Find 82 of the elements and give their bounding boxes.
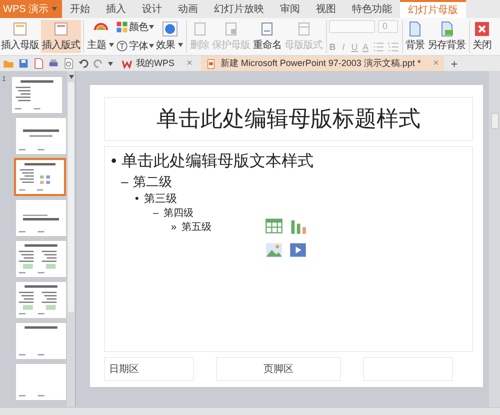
document-tab[interactable]: 我的WPS × bbox=[117, 56, 198, 71]
outline-text: 第三级 bbox=[144, 192, 177, 207]
ribbon-button[interactable]: 重命名 bbox=[252, 20, 282, 53]
ribbon-button[interactable]: 插入版式 bbox=[41, 20, 81, 53]
printer-icon bbox=[48, 58, 59, 69]
numbered-list-icon bbox=[388, 41, 400, 53]
rename-icon bbox=[259, 21, 276, 37]
delete-page-icon bbox=[192, 21, 208, 37]
slide-thumbnail[interactable] bbox=[15, 363, 67, 401]
list-icon bbox=[372, 41, 384, 53]
slide-thumbnail[interactable] bbox=[15, 117, 67, 155]
bullet-mark: • bbox=[135, 192, 139, 207]
outline-text: 单击此处编辑母版文本样式 bbox=[122, 152, 314, 172]
font-name-field[interactable] bbox=[328, 20, 374, 33]
image-icon bbox=[265, 241, 283, 259]
caret-icon bbox=[178, 43, 183, 47]
bullet-mark: – bbox=[121, 173, 128, 192]
theme-button[interactable]: 主题 bbox=[86, 20, 115, 53]
layout-icon bbox=[53, 21, 69, 37]
menu-tab[interactable]: 视图 bbox=[308, 0, 344, 18]
slide-thumbnail[interactable] bbox=[15, 240, 67, 278]
undo-icon bbox=[78, 58, 89, 69]
page-icon bbox=[407, 21, 423, 37]
ribbon-button[interactable]: 插入母版 bbox=[0, 20, 40, 53]
slide-thumbnail[interactable] bbox=[15, 281, 67, 319]
caret-icon bbox=[68, 75, 74, 79]
pdf-icon bbox=[33, 58, 44, 69]
lock-page-icon bbox=[223, 21, 239, 37]
caret-icon bbox=[108, 62, 113, 66]
menu-tab[interactable]: 幻灯片放映 bbox=[206, 0, 272, 18]
master-slide-icon bbox=[12, 21, 28, 37]
bullet-mark: • bbox=[111, 152, 117, 172]
slide-thumbnail[interactable] bbox=[15, 199, 67, 237]
effect-button[interactable]: 效果 bbox=[155, 20, 184, 53]
circle-icon bbox=[162, 21, 178, 37]
video-icon bbox=[289, 241, 307, 259]
font-icon bbox=[116, 40, 128, 52]
footer-placeholder[interactable]: 日期区 bbox=[104, 357, 194, 381]
ribbon-button[interactable]: 另存背景 bbox=[426, 20, 466, 53]
menu-tab[interactable]: 开始 bbox=[62, 0, 98, 18]
color-button[interactable]: 颜色 bbox=[116, 20, 154, 34]
image-page-icon bbox=[438, 21, 454, 37]
caret-icon bbox=[109, 43, 114, 47]
title-placeholder[interactable]: 单击此处编辑母版标题样式 bbox=[104, 97, 473, 141]
menu-tab[interactable]: 设计 bbox=[134, 0, 170, 18]
caret-icon bbox=[52, 7, 57, 11]
scrollbar[interactable] bbox=[67, 71, 75, 407]
scrollbar[interactable] bbox=[489, 71, 500, 407]
bullet-mark: » bbox=[171, 220, 177, 235]
menu-tab[interactable]: 幻灯片母版 bbox=[400, 0, 466, 18]
menu-tab[interactable]: 插入 bbox=[98, 0, 134, 18]
redo-icon bbox=[93, 58, 104, 69]
menu-tab[interactable]: 审阅 bbox=[272, 0, 308, 18]
outline-text: 第五级 bbox=[182, 220, 212, 235]
close-button[interactable]: 关闭 bbox=[472, 20, 492, 53]
folder-icon bbox=[3, 58, 14, 69]
slide-title: 单击此处编辑母版标题样式 bbox=[156, 105, 420, 133]
outline-text: 第四级 bbox=[164, 206, 194, 221]
slide-thumbnail[interactable] bbox=[11, 76, 63, 114]
caret-icon bbox=[149, 44, 154, 48]
font-button[interactable]: 字体 bbox=[116, 39, 154, 53]
content-placeholder[interactable]: • 单击此处编辑母版文本样式 – 第二级 • 第三级 – 第四级 » 第五级 bbox=[104, 146, 473, 352]
table-icon bbox=[265, 217, 283, 235]
bullet-mark: – bbox=[153, 206, 159, 221]
caret-icon bbox=[149, 25, 154, 29]
w-logo-icon bbox=[122, 58, 132, 68]
document-icon bbox=[206, 58, 216, 68]
document-tab[interactable]: 新建 Microsoft PowerPoint 97-2003 演示文稿.ppt * × bbox=[201, 56, 444, 71]
save-icon bbox=[18, 58, 29, 69]
rainbow-icon bbox=[92, 21, 108, 31]
menu-tab[interactable]: 特色功能 bbox=[344, 0, 400, 18]
color-grid-icon bbox=[116, 21, 128, 33]
slide-thumbnail[interactable] bbox=[15, 322, 67, 360]
slide-thumbnail[interactable] bbox=[14, 158, 66, 196]
menu-tab[interactable]: 动画 bbox=[170, 0, 206, 18]
outline-text: 第二级 bbox=[133, 173, 172, 192]
ribbon-button[interactable]: 背景 bbox=[404, 20, 426, 53]
footer-placeholder[interactable]: 页脚区 bbox=[216, 357, 341, 381]
new-tab-button[interactable]: + bbox=[448, 56, 461, 70]
layout-icon bbox=[296, 21, 312, 37]
preview-icon bbox=[63, 58, 74, 69]
close-icon bbox=[474, 21, 490, 37]
